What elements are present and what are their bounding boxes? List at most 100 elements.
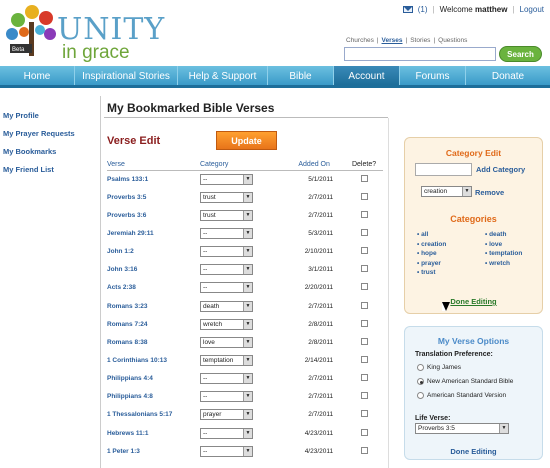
delete-checkbox[interactable] bbox=[360, 283, 368, 291]
search-tab-verses[interactable]: Verses bbox=[382, 37, 403, 44]
category-item[interactable]: • death bbox=[485, 231, 522, 238]
verse-link[interactable]: Proverbs 3:5 bbox=[107, 188, 200, 206]
radio-asv[interactable]: American Standard Version bbox=[417, 392, 506, 399]
delete-checkbox[interactable] bbox=[360, 355, 368, 363]
delete-checkbox[interactable] bbox=[360, 410, 368, 418]
verse-link[interactable]: Romans 3:23 bbox=[107, 297, 200, 315]
verse-link[interactable]: Proverbs 3:6 bbox=[107, 206, 200, 224]
category-select[interactable]: -- ▼ bbox=[200, 445, 253, 457]
verse-link[interactable]: John 1:2 bbox=[107, 243, 200, 261]
radio-nasb[interactable]: New American Standard Bible bbox=[417, 378, 513, 385]
delete-cell bbox=[345, 279, 383, 297]
search-tab-questions[interactable]: Questions bbox=[438, 37, 467, 44]
delete-checkbox[interactable] bbox=[360, 428, 368, 436]
delete-checkbox[interactable] bbox=[360, 228, 368, 236]
done-editing-categories-link[interactable]: Done Editing bbox=[405, 297, 542, 306]
category-remove-select[interactable]: creation ▼ bbox=[421, 186, 472, 197]
category-item[interactable]: • love bbox=[485, 241, 522, 248]
delete-checkbox[interactable] bbox=[360, 192, 368, 200]
category-item[interactable]: • hope bbox=[417, 250, 446, 257]
verse-link[interactable]: Philippians 4:4 bbox=[107, 370, 200, 388]
search-button[interactable]: Search bbox=[499, 46, 542, 62]
delete-checkbox[interactable] bbox=[360, 392, 368, 400]
sidebar-item-bookmarks[interactable]: My Bookmarks bbox=[3, 147, 75, 156]
sidebar-item-prayer-requests[interactable]: My Prayer Requests bbox=[3, 129, 75, 138]
site-logo[interactable]: Beta UNITY in grace bbox=[2, 4, 164, 64]
verse-link[interactable]: Psalms 133:1 bbox=[107, 170, 200, 188]
nav-forums[interactable]: Forums bbox=[400, 66, 466, 85]
verse-link[interactable]: Acts 2:38 bbox=[107, 279, 200, 297]
verse-link[interactable]: John 3:16 bbox=[107, 261, 200, 279]
verse-link[interactable]: 1 Peter 1:3 bbox=[107, 442, 200, 460]
verse-link[interactable]: Romans 7:24 bbox=[107, 315, 200, 333]
delete-checkbox[interactable] bbox=[360, 210, 368, 218]
category-list-col2: • death • love • temptation • wretch bbox=[485, 231, 522, 269]
delete-checkbox[interactable] bbox=[360, 301, 368, 309]
nav-bible[interactable]: Bible bbox=[268, 66, 334, 85]
nav-account[interactable]: Account bbox=[334, 66, 400, 85]
category-select[interactable]: -- ▼ bbox=[200, 391, 253, 403]
category-select[interactable]: -- ▼ bbox=[200, 173, 253, 185]
nav-inspirational-stories[interactable]: Inspirational Stories bbox=[75, 66, 178, 85]
category-select[interactable]: -- ▼ bbox=[200, 227, 253, 239]
category-select[interactable]: prayer ▼ bbox=[200, 409, 253, 421]
delete-checkbox[interactable] bbox=[360, 174, 368, 182]
delete-checkbox[interactable] bbox=[360, 337, 368, 345]
category-item[interactable]: • trust bbox=[417, 269, 446, 276]
verse-link[interactable]: 1 Corinthians 10:13 bbox=[107, 351, 200, 369]
category-select[interactable]: -- ▼ bbox=[200, 282, 253, 294]
remove-category-link[interactable]: Remove bbox=[475, 188, 504, 197]
verse-link[interactable]: Philippians 4:8 bbox=[107, 388, 200, 406]
category-cell: prayer ▼ bbox=[200, 406, 283, 424]
nav-help-support[interactable]: Help & Support bbox=[178, 66, 268, 85]
radio-king-james[interactable]: King James bbox=[417, 364, 461, 371]
delete-checkbox[interactable] bbox=[360, 265, 368, 273]
category-select[interactable]: -- ▼ bbox=[200, 427, 253, 439]
category-select[interactable]: -- ▼ bbox=[200, 373, 253, 385]
category-item[interactable]: • wretch bbox=[485, 260, 522, 267]
verse-link[interactable]: Hebrews 11:1 bbox=[107, 424, 200, 442]
search-tab-stories[interactable]: Stories bbox=[410, 37, 430, 44]
verse-link[interactable]: 1 Thessalonians 5:17 bbox=[107, 406, 200, 424]
sidebar-item-friend-list[interactable]: My Friend List bbox=[3, 165, 75, 174]
sidebar-item-my-profile[interactable]: My Profile bbox=[3, 111, 75, 120]
category-select[interactable]: love ▼ bbox=[200, 336, 253, 348]
category-item[interactable]: • creation bbox=[417, 241, 446, 248]
nav-home[interactable]: Home bbox=[0, 66, 75, 85]
add-category-link[interactable]: Add Category bbox=[476, 165, 525, 174]
category-select[interactable]: death ▼ bbox=[200, 300, 253, 312]
delete-cell bbox=[345, 188, 383, 206]
delete-checkbox[interactable] bbox=[360, 247, 368, 255]
search-tabs: Churches | Verses | Stories | Questions bbox=[346, 37, 468, 44]
mail-icon[interactable] bbox=[402, 6, 413, 13]
verse-link[interactable]: Romans 8:38 bbox=[107, 333, 200, 351]
verse-link[interactable]: Jeremiah 29:11 bbox=[107, 224, 200, 242]
delete-checkbox[interactable] bbox=[360, 446, 368, 454]
category-select[interactable]: temptation ▼ bbox=[200, 354, 253, 366]
search-input[interactable] bbox=[344, 47, 496, 61]
search-tab-churches[interactable]: Churches bbox=[346, 37, 374, 44]
delete-checkbox[interactable] bbox=[360, 374, 368, 382]
chevron-down-icon: ▼ bbox=[243, 228, 252, 238]
category-item[interactable]: • all bbox=[417, 231, 446, 238]
new-category-input[interactable] bbox=[415, 163, 472, 176]
logout-link[interactable]: Logout bbox=[520, 5, 544, 14]
category-select[interactable]: wretch ▼ bbox=[200, 318, 253, 330]
table-row: 1 Thessalonians 5:17 prayer ▼ 2/7/2011 bbox=[107, 406, 383, 424]
category-select[interactable]: trust ▼ bbox=[200, 191, 253, 203]
update-button[interactable]: Update bbox=[216, 131, 277, 150]
category-item[interactable]: • temptation bbox=[485, 250, 522, 257]
category-item[interactable]: • prayer bbox=[417, 260, 446, 267]
delete-checkbox[interactable] bbox=[360, 319, 368, 327]
delete-cell bbox=[345, 442, 383, 460]
added-on-cell: 5/3/2011 bbox=[308, 229, 334, 237]
category-select[interactable]: -- ▼ bbox=[200, 246, 253, 258]
message-count-link[interactable]: (1) bbox=[418, 5, 428, 14]
life-verse-select[interactable]: Proverbs 3:5 ▼ bbox=[415, 423, 509, 434]
category-cell: -- ▼ bbox=[200, 261, 283, 279]
category-select[interactable]: trust ▼ bbox=[200, 209, 253, 221]
category-select[interactable]: -- ▼ bbox=[200, 264, 253, 276]
nav-donate[interactable]: Donate bbox=[466, 66, 550, 85]
divider bbox=[100, 96, 101, 468]
done-editing-options-link[interactable]: Done Editing bbox=[405, 447, 542, 456]
